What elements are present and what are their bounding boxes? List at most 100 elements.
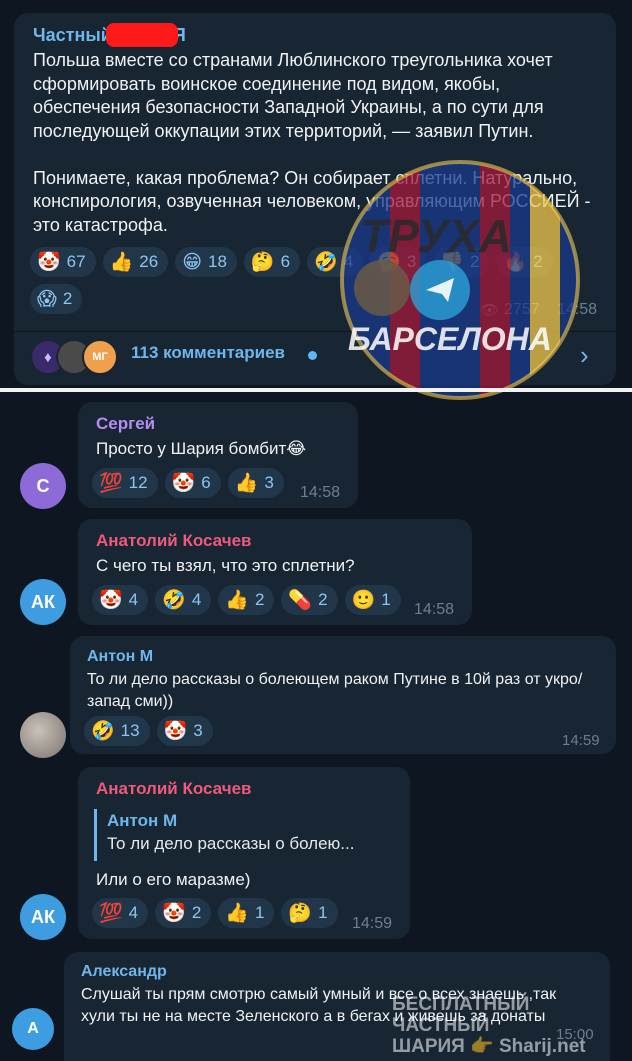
reaction-pill[interactable]: 🤔 1 — [281, 898, 338, 928]
reaction-pill[interactable]: 🔥 2 — [496, 247, 553, 277]
reaction-emoji-icon: 💯 — [99, 472, 123, 494]
reaction-emoji-icon: 🤡 — [163, 720, 188, 742]
reaction-emoji-icon: 👍 — [225, 589, 249, 611]
reaction-emoji-icon: 👍 — [109, 251, 134, 273]
post-time: 14:58 — [557, 301, 598, 318]
new-comments-dot — [308, 351, 317, 360]
reaction-count: 4 — [128, 590, 139, 609]
post-text: Польша вместе со странами Люблинского тр… — [33, 50, 591, 235]
reaction-pill[interactable]: 🤡 2 — [155, 898, 212, 928]
comment-time: 14:59 — [562, 732, 600, 749]
comment-bubble: Александр Слушай ты прям смотрю самый ум… — [64, 952, 610, 1061]
reaction-pill[interactable]: 🤡 3 — [156, 716, 213, 746]
reaction-emoji-icon: 💊 — [288, 589, 313, 611]
avatar[interactable]: АК — [20, 579, 66, 625]
comments-count-label[interactable]: 113 комментариев — [131, 343, 285, 363]
reaction-pill[interactable]: 🥱 3 — [370, 247, 427, 277]
comment-author[interactable]: Сергей — [96, 414, 155, 434]
comment-text: С чего ты взял, что это сплетни? — [96, 556, 355, 575]
comment-author[interactable]: Александр — [81, 963, 167, 981]
reaction-emoji-icon: 🤣 — [162, 589, 186, 611]
reaction-pill[interactable]: 😱 2 — [30, 284, 83, 314]
reaction-emoji-icon: 😱 — [37, 288, 57, 310]
reaction-emoji-icon: 🔥 — [503, 251, 528, 273]
reaction-count: 2 — [254, 590, 265, 609]
reaction-count: 13 — [120, 721, 140, 740]
comment-reactions: 🤣 13 🤡 3 — [84, 716, 213, 746]
reaction-count: 2 — [533, 252, 543, 271]
comment-author[interactable]: Антон М — [87, 648, 153, 666]
comment-reactions: 💯 12 🤡 6 👍 3 — [92, 468, 284, 498]
comment-reactions: 🤡 4 🤣 4 👍 2 💊 2 🙂 1 — [92, 585, 401, 615]
comment-time: 14:59 — [352, 915, 393, 932]
reaction-emoji-icon: 💯 — [99, 902, 123, 924]
reaction-count: 1 — [254, 903, 265, 922]
reaction-pill[interactable]: 🤣 4 — [307, 247, 364, 277]
avatar[interactable] — [20, 712, 66, 758]
reaction-pill[interactable]: 💯 4 — [92, 898, 149, 928]
reaction-count: 3 — [264, 473, 274, 492]
comment-bubble: Сергей Просто у Шария бомбит😂 💯 12 🤡 6 👍 3 14… — [78, 402, 358, 508]
comment-author[interactable]: Анатолий Косачев — [96, 779, 252, 799]
chevron-right-icon[interactable]: › — [580, 340, 589, 371]
reaction-emoji-icon: 👍 — [234, 472, 259, 494]
avatar[interactable]: А — [12, 1008, 54, 1050]
reaction-count: 1 — [318, 903, 328, 922]
reaction-count: 3 — [406, 252, 417, 271]
reaction-emoji-icon: 🤡 — [37, 251, 61, 273]
views-counter: 👁 2757 — [480, 301, 540, 319]
avatar[interactable]: С — [20, 463, 66, 509]
avatar[interactable]: АК — [20, 894, 66, 940]
section-divider — [0, 388, 632, 392]
reply-quote[interactable]: Антон М То ли дело рассказы о болею... — [94, 809, 394, 861]
reaction-pill[interactable]: 👍 26 — [102, 247, 169, 277]
comment-time: 14:58 — [414, 601, 455, 618]
reaction-pill[interactable]: 💊 2 — [281, 585, 338, 615]
reaction-pill[interactable]: 🤡 4 — [92, 585, 149, 615]
reaction-pill[interactable]: 👍 3 — [227, 468, 284, 498]
reaction-pill[interactable]: 🤡 6 — [164, 468, 221, 498]
reaction-pill[interactable]: 🤔 6 — [243, 247, 301, 277]
comment-text: Или о его маразме) — [96, 870, 251, 889]
comment-time: 14:58 — [300, 484, 341, 501]
reaction-pill[interactable]: 🙂 1 — [344, 585, 401, 615]
reaction-count: 12 — [128, 473, 148, 492]
reaction-count: 4 — [343, 252, 354, 271]
reaction-pill[interactable]: 👍 2 — [218, 585, 275, 615]
reaction-emoji-icon: 🤡 — [99, 589, 123, 611]
commenter-avatar-3: МГ — [82, 339, 118, 375]
reaction-count: 2 — [470, 252, 480, 271]
comment-bubble: Анатолий Косачев С чего ты взял, что это… — [78, 519, 472, 625]
reaction-pill[interactable]: 👍 1 — [218, 898, 275, 928]
comment-bubble: Антон М То ли дело рассказы о болеющем р… — [70, 636, 616, 754]
reaction-count: 6 — [280, 252, 291, 271]
redaction-mark — [106, 23, 178, 47]
reaction-emoji-icon: 🤡 — [171, 472, 196, 494]
reaction-emoji-icon: 👎 — [440, 251, 465, 273]
reaction-count: 4 — [128, 903, 139, 922]
reaction-emoji-icon: 🤔 — [288, 902, 313, 924]
reaction-emoji-icon: 🙂 — [351, 589, 376, 611]
reaction-count: 67 — [66, 252, 86, 271]
comment-text: То ли дело рассказы о болеющем раком Пут… — [87, 671, 583, 710]
reaction-emoji-icon: 🤡 — [162, 902, 186, 924]
comment-author[interactable]: Анатолий Косачев — [96, 531, 252, 551]
reaction-pill[interactable]: 🤡 67 — [30, 247, 96, 277]
reaction-pill[interactable]: 🤣 4 — [155, 585, 212, 615]
reaction-emoji-icon: 🤔 — [250, 251, 275, 273]
reply-text: То ли дело рассказы о болею... — [107, 834, 355, 853]
eye-icon: 👁 — [480, 302, 500, 319]
reaction-count: 6 — [201, 473, 211, 492]
reaction-count: 4 — [191, 590, 202, 609]
reaction-pill[interactable]: 🤣 13 — [84, 716, 150, 746]
reaction-count: 2 — [62, 289, 73, 308]
reaction-count: 18 — [208, 252, 227, 271]
reply-author: Антон М — [107, 811, 178, 830]
reaction-pill[interactable]: 💯 12 — [92, 468, 158, 498]
channel-post: Частный ШАРИЯ Польша вместе со странами … — [14, 13, 616, 385]
reaction-count: 3 — [193, 721, 203, 740]
comment-text: Слушай ты прям смотрю самый умный и все … — [81, 986, 561, 1025]
comments-bar[interactable]: ♦ МГ 113 комментариев › — [14, 332, 616, 385]
reaction-pill[interactable]: 😁 18 — [175, 247, 237, 277]
reaction-pill[interactable]: 👎 2 — [433, 247, 490, 277]
